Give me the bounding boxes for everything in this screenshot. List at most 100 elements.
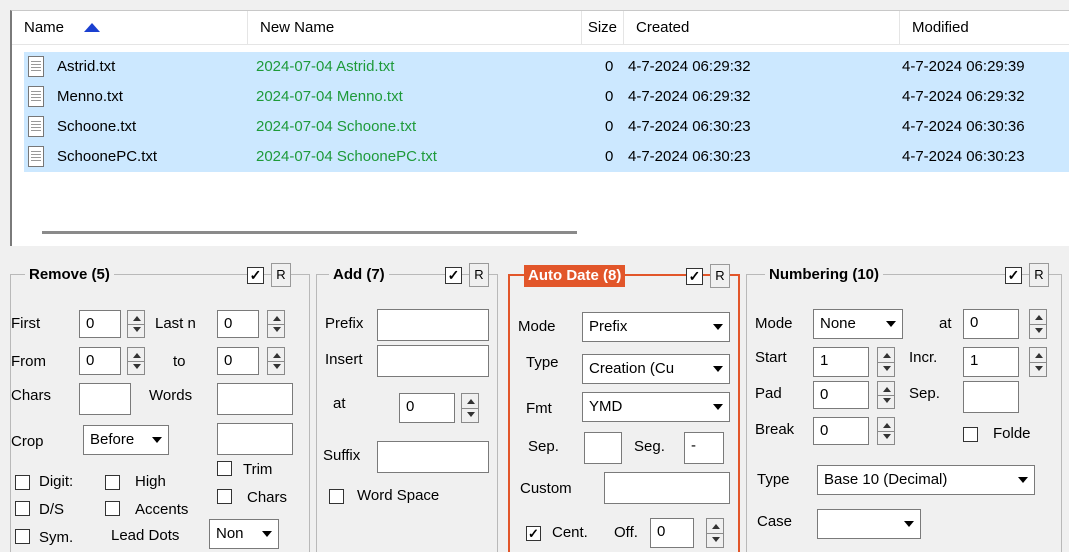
col-size-header[interactable]: Size <box>582 11 624 45</box>
last-n-spinner[interactable] <box>267 310 285 338</box>
num-at-input[interactable]: 0 <box>963 309 1019 339</box>
num-start-spinner[interactable] <box>877 347 895 377</box>
horizontal-scrollbar[interactable] <box>42 231 577 234</box>
numbering-reset-button[interactable]: R <box>1029 263 1049 287</box>
file-row[interactable]: Astrid.txt 2024-07-04 Astrid.txt 0 4-7-2… <box>24 52 1069 82</box>
num-pad-spinner[interactable] <box>877 381 895 409</box>
num-start-input[interactable]: 1 <box>813 347 869 377</box>
auto-date-enable-checkbox[interactable]: ✓ <box>686 268 703 285</box>
crop-input[interactable] <box>217 423 293 455</box>
from-spinner[interactable] <box>127 347 145 375</box>
to-input[interactable]: 0 <box>217 347 259 375</box>
folder-checkbox[interactable] <box>963 427 978 442</box>
file-row[interactable]: Menno.txt 2024-07-04 Menno.txt 0 4-7-202… <box>24 82 1069 112</box>
last-n-input[interactable]: 0 <box>217 310 259 338</box>
crop-select[interactable]: Before <box>83 425 169 455</box>
first-spinner[interactable] <box>127 310 145 338</box>
insert-at-input[interactable]: 0 <box>399 393 455 423</box>
col-name-header[interactable]: Name <box>12 11 248 45</box>
words-label: Words <box>149 387 193 404</box>
chars-input[interactable] <box>79 383 131 415</box>
date-seg-input[interactable]: - <box>684 432 724 464</box>
off-label: Off. <box>614 524 638 541</box>
add-enable-checkbox[interactable]: ✓ <box>445 267 462 284</box>
words-input[interactable] <box>217 383 293 415</box>
prefix-input[interactable] <box>377 309 489 341</box>
accents-checkbox[interactable] <box>105 501 120 516</box>
off-input[interactable]: 0 <box>650 518 694 548</box>
crop-value: Before <box>90 431 135 448</box>
trim-checkbox[interactable] <box>217 461 232 476</box>
file-row[interactable]: Schoone.txt 2024-07-04 Schoone.txt 0 4-7… <box>24 112 1069 142</box>
file-created: 4-7-2024 06:30:23 <box>628 118 751 135</box>
word-space-label: Word Space <box>357 487 440 504</box>
lead-dots-select[interactable]: Non <box>209 519 279 549</box>
num-break-label: Break <box>755 421 795 438</box>
sort-ascending-icon <box>84 23 100 32</box>
file-created: 4-7-2024 06:29:32 <box>628 88 751 105</box>
file-new-name: 2024-07-04 Menno.txt <box>256 88 403 105</box>
date-mode-value: Prefix <box>589 318 628 335</box>
chars-label: Chars <box>11 387 52 404</box>
num-incr-spinner[interactable] <box>1029 347 1047 377</box>
crop-label: Crop <box>11 433 44 450</box>
date-fmt-select[interactable]: YMD <box>582 392 730 422</box>
num-at-spinner[interactable] <box>1029 309 1047 339</box>
off-spinner[interactable] <box>706 518 724 548</box>
num-type-select[interactable]: Base 10 (Decimal) <box>817 465 1035 495</box>
word-space-checkbox[interactable] <box>329 489 344 504</box>
to-spinner[interactable] <box>267 347 285 375</box>
auto-date-reset-button[interactable]: R <box>710 264 730 288</box>
num-case-select[interactable] <box>817 509 921 539</box>
num-break-input[interactable]: 0 <box>813 417 869 445</box>
num-incr-label: Incr. <box>909 349 938 366</box>
sym-checkbox[interactable] <box>15 529 30 544</box>
remove-enable-checkbox[interactable]: ✓ <box>247 267 264 284</box>
col-modified-header[interactable]: Modified <box>900 11 1069 45</box>
date-custom-input[interactable] <box>604 472 730 504</box>
file-row[interactable]: SchoonePC.txt 2024-07-04 SchoonePC.txt 0… <box>24 142 1069 172</box>
text-file-icon <box>28 146 44 167</box>
from-input[interactable]: 0 <box>79 347 121 375</box>
high-label: High <box>135 473 166 490</box>
file-size: 0 <box>605 88 614 105</box>
accents-label: Accents <box>135 501 189 518</box>
remove-reset-button[interactable]: R <box>271 263 291 287</box>
date-sep-input[interactable] <box>584 432 622 464</box>
num-incr-input[interactable]: 1 <box>963 347 1019 377</box>
auto-date-title: Auto Date (8) <box>524 265 626 287</box>
col-created-header[interactable]: Created <box>624 11 900 45</box>
chevron-down-icon <box>256 520 278 548</box>
folder-label: Folde <box>993 425 1031 442</box>
file-new-name: 2024-07-04 Schoone.txt <box>256 118 417 135</box>
add-panel: Add (7) ✓ R Prefix Insert at 0 Suffix Wo… <box>316 263 498 552</box>
insert-at-spinner[interactable] <box>461 393 479 423</box>
insert-input[interactable] <box>377 345 489 377</box>
num-mode-select[interactable]: None <box>813 309 903 339</box>
date-type-select[interactable]: Creation (Cu <box>582 354 730 384</box>
num-mode-label: Mode <box>755 315 793 332</box>
col-newname-header[interactable]: New Name <box>248 11 582 45</box>
num-break-spinner[interactable] <box>877 417 895 445</box>
suffix-input[interactable] <box>377 441 489 473</box>
insert-at-label: at <box>333 395 346 412</box>
file-modified: 4-7-2024 06:29:32 <box>902 88 1025 105</box>
date-seg-label: Seg. <box>634 438 665 455</box>
num-sep-input[interactable] <box>963 381 1019 413</box>
num-pad-input[interactable]: 0 <box>813 381 869 409</box>
from-label: From <box>11 353 46 370</box>
cent-checkbox[interactable]: ✓ <box>526 526 541 541</box>
first-input[interactable]: 0 <box>79 310 121 338</box>
num-mode-value: None <box>820 315 856 332</box>
high-checkbox[interactable] <box>105 475 120 490</box>
numbering-enable-checkbox[interactable]: ✓ <box>1005 267 1022 284</box>
sym-label: Sym. <box>39 529 74 546</box>
file-list[interactable]: Name New Name Size Created Modified Astr… <box>10 10 1069 246</box>
date-mode-select[interactable]: Prefix <box>582 312 730 342</box>
digits-label: Digit: <box>39 473 74 490</box>
file-size: 0 <box>605 118 614 135</box>
ds-checkbox[interactable] <box>15 501 30 516</box>
add-reset-button[interactable]: R <box>469 263 489 287</box>
digits-checkbox[interactable] <box>15 475 30 490</box>
chars-strip-checkbox[interactable] <box>217 489 232 504</box>
